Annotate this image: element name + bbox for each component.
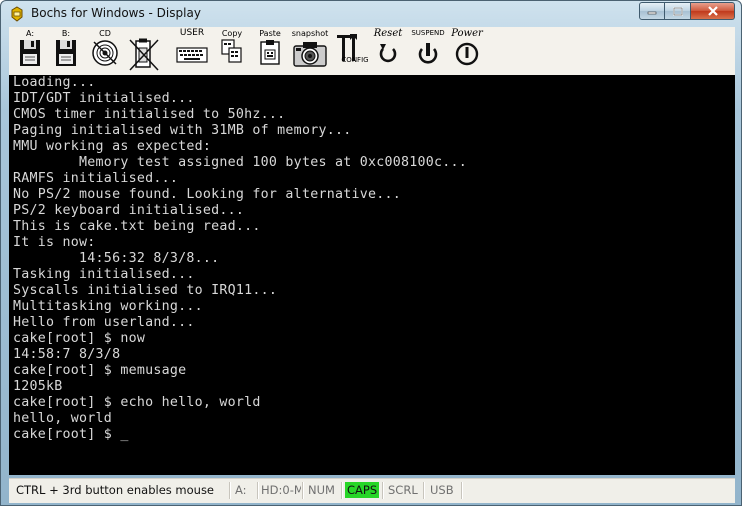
- user-label: USER: [179, 28, 205, 38]
- status-usb: USB: [430, 483, 454, 497]
- minimize-button[interactable]: [639, 2, 665, 20]
- paste-icon: [260, 40, 280, 65]
- status-separator: [461, 482, 463, 499]
- cdrom-icon: [92, 40, 118, 66]
- console-line: 1205kB: [13, 379, 63, 394]
- console-line: Multitasking working...: [13, 299, 203, 314]
- toolbar-paste[interactable]: Paste: [255, 29, 285, 73]
- console-line: Memory test assigned 100 bytes at 0xc008…: [13, 155, 468, 170]
- camera-icon: [293, 42, 327, 67]
- window-title: Bochs for Windows - Display: [31, 6, 201, 20]
- console-line: cake[root] $ _: [13, 427, 129, 442]
- console-line: MMU working as expected:: [13, 139, 212, 154]
- status-separator: [302, 482, 304, 499]
- copy-label: Copy: [221, 29, 243, 38]
- maximize-button[interactable]: [665, 2, 691, 20]
- reset-label: Reset: [373, 28, 403, 39]
- status-separator: [257, 482, 259, 499]
- toolbar-power[interactable]: Power: [449, 29, 485, 73]
- floppy-icon: [56, 40, 76, 66]
- console-line: 14:56:32 8/3/8...: [13, 251, 220, 266]
- reset-icon: [379, 44, 397, 63]
- toolbar-usb[interactable]: [127, 29, 161, 73]
- floppy-b-label: B:: [61, 29, 71, 38]
- console-line: 14:58:7 8/3/8: [13, 347, 121, 362]
- suspend-label: SUSPEND: [411, 29, 445, 37]
- suspend-icon: [418, 43, 438, 64]
- status-separator: [423, 482, 425, 499]
- toolbar-copy[interactable]: Copy: [217, 29, 247, 73]
- console-line: Loading...: [13, 75, 96, 90]
- status-num: NUM: [308, 483, 335, 497]
- console-line: cake[root] $ now: [13, 331, 146, 346]
- keyboard-icon: [176, 47, 208, 63]
- console-line: This is cake.txt being read...: [13, 219, 261, 234]
- floppy-icon: [20, 40, 40, 66]
- floppy-a-label: A:: [25, 29, 35, 38]
- console-line: Paging initialised with 31MB of memory..…: [13, 123, 352, 138]
- toolbar: A: B: CD USER Copy Paste snapshot CONFIG…: [9, 27, 735, 76]
- console-line: Tasking initialised...: [13, 267, 195, 282]
- status-bar: CTRL + 3rd button enables mouse A: HD:0-…: [9, 478, 735, 503]
- window-controls: [639, 2, 735, 20]
- status-drive-a: A:: [235, 483, 247, 497]
- console-line: It is now:: [13, 235, 96, 250]
- snapshot-label: snapshot: [291, 29, 329, 38]
- console-display[interactable]: Loading... IDT/GDT initialised... CMOS tim…: [9, 75, 735, 475]
- console-line: RAMFS initialised...: [13, 171, 179, 186]
- console-line: No PS/2 mouse found. Looking for alterna…: [13, 187, 402, 202]
- usb-stick-icon: [129, 38, 159, 71]
- toolbar-config[interactable]: CONFIG: [331, 29, 369, 73]
- console-text: Loading... IDT/GDT initialised... CMOS tim…: [9, 75, 735, 443]
- console-line: IDT/GDT initialised...: [13, 91, 195, 106]
- paste-label: Paste: [259, 29, 281, 38]
- toolbar-user[interactable]: USER: [175, 29, 209, 73]
- cdrom-label: CD: [99, 29, 111, 38]
- toolbar-snapshot[interactable]: snapshot: [291, 29, 329, 73]
- copy-icon: [221, 39, 242, 63]
- console-line: hello, world: [13, 411, 113, 426]
- console-line: CMOS timer initialised to 50hz...: [13, 107, 286, 122]
- console-line: PS/2 keyboard initialised...: [13, 203, 245, 218]
- config-label: CONFIG: [341, 56, 369, 64]
- bochs-app-icon: [11, 6, 23, 22]
- maximize-icon: [672, 6, 683, 16]
- status-caps: CAPS: [345, 481, 381, 500]
- minimize-icon: [647, 11, 657, 15]
- status-separator: [382, 482, 384, 499]
- status-separator: [341, 482, 343, 499]
- toolbar-cdrom[interactable]: CD: [89, 29, 121, 73]
- title-bar[interactable]: Bochs for Windows - Display: [1, 1, 741, 27]
- toolbar-floppy-a[interactable]: A:: [15, 29, 45, 73]
- console-line: cake[root] $ echo hello, world: [13, 395, 261, 410]
- power-label: Power: [451, 28, 483, 39]
- toolbar-floppy-b[interactable]: B:: [51, 29, 81, 73]
- console-line: Hello from userland...: [13, 315, 195, 330]
- status-scrl: SCRL: [388, 483, 418, 497]
- toolbar-suspend[interactable]: SUSPEND: [409, 29, 447, 73]
- console-line: cake[root] $ memusage: [13, 363, 187, 378]
- console-line: Syscalls initialised to IRQ11...: [13, 283, 278, 298]
- toolbar-reset[interactable]: Reset: [371, 29, 405, 73]
- caps-indicator: CAPS: [345, 482, 380, 498]
- status-hd: HD:0-M: [261, 483, 301, 497]
- close-icon: [707, 6, 718, 16]
- close-button[interactable]: [691, 2, 735, 20]
- power-icon: [455, 42, 479, 66]
- status-separator: [229, 482, 231, 499]
- window-frame: Bochs for Windows - Display A: B: CD USE…: [0, 0, 742, 506]
- status-hint: CTRL + 3rd button enables mouse: [16, 483, 215, 497]
